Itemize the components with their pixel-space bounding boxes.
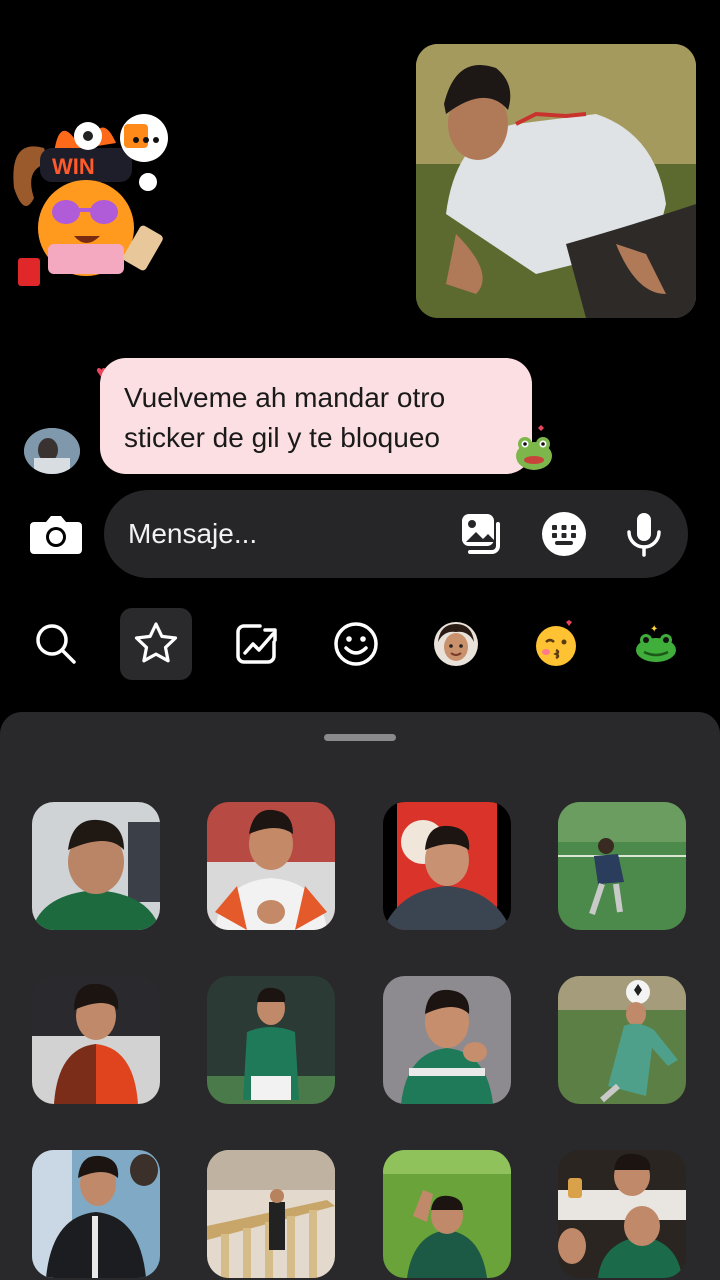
tab-kiss-emoji[interactable]	[520, 608, 592, 680]
gallery-icon[interactable]	[458, 510, 506, 558]
sticker-item[interactable]	[383, 976, 511, 1104]
sticker-item[interactable]	[383, 1150, 511, 1278]
sender-avatar[interactable]	[24, 428, 80, 474]
trending-icon	[236, 624, 277, 664]
svg-text:WIN: WIN	[52, 154, 95, 179]
camera-icon	[30, 516, 82, 554]
tab-search[interactable]	[20, 608, 92, 680]
svg-text:✦: ✦	[650, 624, 658, 635]
sticker-item[interactable]	[383, 802, 511, 930]
tab-emoji[interactable]	[320, 608, 392, 680]
tab-frog-stickers[interactable]: ✦	[620, 608, 692, 680]
sticker-item[interactable]	[32, 976, 160, 1104]
tab-favorites[interactable]	[120, 608, 192, 680]
frog-icon: ✦	[636, 624, 676, 662]
message-composer[interactable]: Mensaje...	[104, 490, 688, 578]
sticker-item[interactable]	[32, 1150, 160, 1278]
sticker-item[interactable]	[207, 802, 335, 930]
frog-reaction-sticker	[512, 424, 558, 472]
sticker-item[interactable]	[558, 976, 686, 1104]
message-bubble[interactable]: Vuelveme ah mandar otro sticker de gil y…	[100, 358, 532, 474]
sheet-drag-handle[interactable]	[324, 734, 396, 741]
kiss-emoji-icon	[536, 620, 576, 666]
sticker-tab-bar: ✦	[0, 608, 720, 684]
sticker-sheet	[0, 712, 720, 1280]
sticker-item[interactable]	[207, 1150, 335, 1278]
sticker-item[interactable]	[207, 976, 335, 1104]
tab-avatar-stickers[interactable]	[420, 608, 492, 680]
sticker-item[interactable]	[558, 1150, 686, 1278]
keyboard-icon[interactable]	[540, 510, 588, 558]
microphone-icon[interactable]	[620, 510, 668, 558]
win-sticker[interactable]: WIN	[4, 108, 174, 298]
message-input[interactable]: Mensaje...	[128, 516, 428, 552]
avatar-sticker-icon	[434, 622, 478, 666]
emoji-icon	[334, 622, 378, 666]
sticker-item[interactable]	[32, 802, 160, 930]
photo-message[interactable]	[416, 44, 696, 318]
tab-trending[interactable]	[220, 608, 292, 680]
search-icon	[36, 624, 76, 664]
star-icon	[134, 622, 178, 663]
sticker-item[interactable]	[558, 802, 686, 930]
camera-button[interactable]	[28, 508, 84, 560]
